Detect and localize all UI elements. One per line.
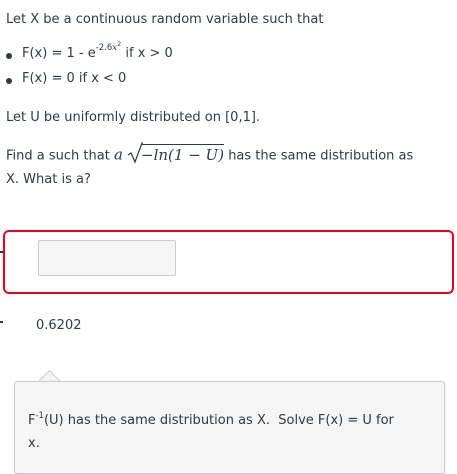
comment-text: F-1(U) has the same distribution as X. S… xyxy=(28,410,438,455)
find-prefix: Find a such that xyxy=(6,148,114,164)
answer-comment: F-1(U) has the same distribution as X. S… xyxy=(14,381,445,474)
bullet1-prefix: F(x) = 1 - e xyxy=(22,46,96,61)
find-math-a: a xyxy=(113,145,123,164)
comment-sup: -1 xyxy=(35,411,44,421)
correct-answer-value: 0.6202 xyxy=(36,318,82,333)
comment-post: (U) has the same distribution as X. Solv… xyxy=(43,413,394,428)
square-root-icon xyxy=(127,142,144,168)
comment-line2: x. xyxy=(28,436,40,451)
answer-input[interactable] xyxy=(38,240,176,276)
bullet1-exponent: -2.6x2 xyxy=(95,40,122,53)
uniform-statement: Let U be uniformly distributed on [0,1]. xyxy=(6,110,261,125)
correct-marker-icon xyxy=(0,321,3,323)
bullet-item-2: F(x) = 0 if x < 0 xyxy=(6,71,126,86)
bullet-item-1: F(x) = 1 - e-2.6x2 if x > 0 xyxy=(6,40,173,61)
find-suffix: has the same distribution as xyxy=(224,148,414,164)
bullet1-suffix: if x > 0 xyxy=(121,46,173,61)
bullet1-exp-num: -2.6 xyxy=(95,43,113,53)
find-statement: Find a such that a −ln(1 − U) has the sa… xyxy=(6,142,414,169)
bullet-dot-icon xyxy=(6,53,12,59)
bullet-dot-icon xyxy=(6,78,12,84)
find-radicand: −ln(1 − U) xyxy=(141,143,225,164)
find-statement-line2: X. What is a? xyxy=(6,172,91,187)
bullet1-exp-pow: 2 xyxy=(117,40,122,48)
answer-container xyxy=(3,230,454,294)
question-intro: Let X be a continuous random variable su… xyxy=(6,12,324,27)
bullet2-text: F(x) = 0 if x < 0 xyxy=(22,71,127,86)
